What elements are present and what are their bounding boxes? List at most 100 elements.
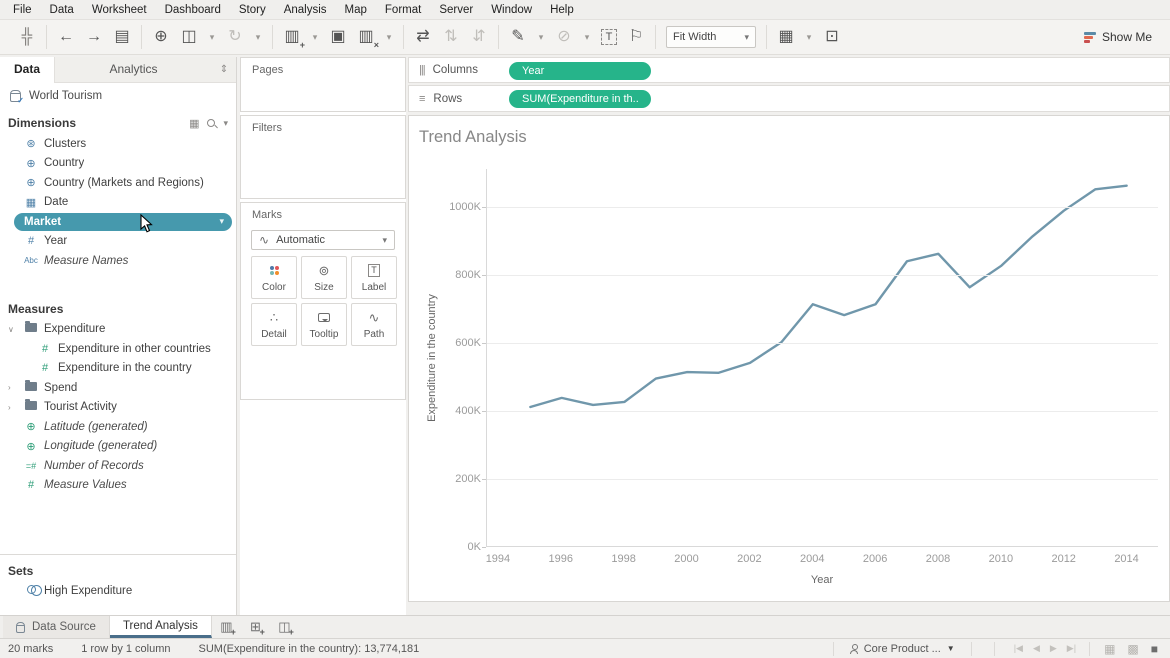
fix-axes-icon[interactable]: ⚐: [627, 26, 645, 48]
menu-item-format[interactable]: Format: [376, 0, 430, 20]
tab-trend-analysis[interactable]: Trend Analysis: [110, 616, 212, 638]
marks-button-path[interactable]: ∿Path: [351, 303, 397, 346]
pages-shelf[interactable]: Pages: [240, 57, 406, 112]
fit-mode-dropdown[interactable]: Fit Width▾: [666, 26, 756, 48]
menu-item-window[interactable]: Window: [482, 0, 541, 20]
sort-ascending-icon[interactable]: ⇅: [442, 26, 460, 48]
expand-icon[interactable]: ›: [8, 383, 18, 392]
swap-axes-icon[interactable]: ⇄: [414, 26, 432, 48]
marks-button-label[interactable]: TLabel: [351, 256, 397, 299]
pane-pin-icon[interactable]: ⇕: [212, 57, 236, 83]
menu-item-data[interactable]: Data: [41, 0, 83, 20]
new-story-button[interactable]: ◫+: [270, 616, 299, 638]
columns-shelf[interactable]: ||| Columns Year: [408, 57, 1170, 83]
marks-button-tooltip[interactable]: Tooltip: [301, 303, 347, 346]
field-expenditure-in-other-countries[interactable]: #Expenditure in other countries: [0, 339, 236, 359]
redo-icon[interactable]: →: [85, 26, 103, 48]
rows-shelf[interactable]: ≡ Rows SUM(Expenditure in th..: [408, 85, 1170, 112]
menu-item-server[interactable]: Server: [430, 0, 482, 20]
previous-page-icon[interactable]: ◀: [1028, 643, 1045, 654]
caret-icon[interactable]: ▾: [583, 26, 591, 48]
refresh-icon[interactable]: ↻: [226, 26, 244, 48]
field-label: Latitude (generated): [44, 421, 148, 433]
folder-icon: [18, 382, 44, 394]
presentation-mode-icon[interactable]: ⊡: [823, 26, 841, 48]
collapse-icon[interactable]: ∨: [8, 325, 18, 334]
field-measure-names[interactable]: AbcMeasure Names: [0, 251, 236, 271]
add-data-icon[interactable]: ⊕: [152, 26, 170, 48]
caret-icon[interactable]: ▾: [254, 26, 262, 48]
tab-data-source[interactable]: Data Source: [3, 616, 110, 638]
group-members-icon[interactable]: ⊘: [555, 26, 573, 48]
filters-shelf[interactable]: Filters: [240, 115, 406, 199]
menu-item-story[interactable]: Story: [230, 0, 275, 20]
menu-item-analysis[interactable]: Analysis: [275, 0, 336, 20]
menu-item-dashboard[interactable]: Dashboard: [156, 0, 230, 20]
marks-button-label: Tooltip: [310, 329, 339, 340]
status-bar: 20 marks 1 row by 1 column SUM(Expenditu…: [0, 638, 1170, 658]
field-country-markets-and-regions[interactable]: ⊕Country (Markets and Regions): [0, 173, 236, 193]
field-label: Measure Names: [44, 255, 128, 267]
field-high-expenditure[interactable]: High Expenditure: [0, 582, 236, 602]
find-field-icon[interactable]: [207, 119, 215, 127]
field-expenditure-in-the-country[interactable]: #Expenditure in the country: [0, 359, 236, 379]
field-number-of-records[interactable]: =#Number of Records: [0, 456, 236, 476]
show-mark-labels-icon[interactable]: T: [601, 29, 617, 45]
menu-item-help[interactable]: Help: [541, 0, 583, 20]
field-year[interactable]: #Year: [0, 232, 236, 252]
field-expenditure[interactable]: ∨Expenditure: [0, 320, 236, 340]
marks-button-color[interactable]: Color: [251, 256, 297, 299]
field-country[interactable]: ⊕Country: [0, 154, 236, 174]
undo-icon[interactable]: ←: [57, 26, 75, 48]
marks-button-detail[interactable]: ∴Detail: [251, 303, 297, 346]
highlight-icon[interactable]: ✎: [509, 26, 527, 48]
save-icon[interactable]: ▤: [113, 26, 131, 48]
tableau-logo-icon[interactable]: ╬: [18, 26, 36, 48]
sort-descending-icon[interactable]: ⇵: [470, 26, 488, 48]
caret-icon[interactable]: ▾: [537, 26, 545, 48]
field-longitude-generated[interactable]: ⊕Longitude (generated): [0, 437, 236, 457]
field-tourist-activity[interactable]: ›Tourist Activity: [0, 398, 236, 418]
expand-icon[interactable]: ›: [8, 403, 18, 412]
chart-plot-area[interactable]: [486, 169, 1158, 547]
datasource-item[interactable]: World Tourism: [0, 83, 236, 109]
pause-updates-icon[interactable]: ◫: [180, 26, 198, 48]
show-filmstrip-icon[interactable]: ▩: [1121, 642, 1144, 656]
field-clusters[interactable]: ⊛Clusters: [0, 134, 236, 154]
dimensions-menu-icon[interactable]: ▾: [223, 118, 228, 129]
next-page-icon[interactable]: ▶: [1045, 643, 1062, 654]
show-sheets-grid-icon[interactable]: ▦: [1098, 642, 1121, 656]
caret-icon[interactable]: ▾: [805, 26, 813, 48]
columns-pill-year[interactable]: Year: [509, 62, 651, 80]
chevron-down-icon: ▼: [947, 644, 955, 653]
duplicate-icon[interactable]: ▣: [329, 26, 347, 48]
chevron-down-icon[interactable]: ▾: [219, 216, 224, 227]
tab-analytics[interactable]: Analytics: [55, 57, 212, 83]
menu-item-worksheet[interactable]: Worksheet: [83, 0, 156, 20]
show-sheet-sorter-icon[interactable]: ■: [1145, 642, 1164, 656]
caret-icon[interactable]: ▾: [208, 26, 216, 48]
tab-data[interactable]: Data: [0, 57, 55, 83]
new-dashboard-button[interactable]: ⊞+: [241, 616, 270, 638]
last-page-icon[interactable]: ▶|: [1062, 643, 1081, 654]
rows-pill-sum-expenditure[interactable]: SUM(Expenditure in th..: [509, 90, 651, 108]
menu-item-map[interactable]: Map: [336, 0, 376, 20]
field-date[interactable]: ▦Date: [0, 193, 236, 213]
menu-item-file[interactable]: File: [4, 0, 41, 20]
caret-icon[interactable]: ▾: [311, 26, 319, 48]
first-page-icon[interactable]: |◀: [1009, 643, 1028, 654]
field-spend[interactable]: ›Spend: [0, 378, 236, 398]
show-cards-icon[interactable]: ▦: [777, 26, 795, 48]
new-worksheet-button[interactable]: ▥+: [212, 616, 241, 638]
show-me-button[interactable]: Show Me: [1084, 30, 1162, 44]
field-market[interactable]: AbcMarket▾: [0, 212, 236, 232]
new-worksheet-icon[interactable]: ▥+: [283, 26, 301, 48]
user-filter-dropdown[interactable]: Core Product ... ▼: [842, 643, 963, 655]
mark-type-dropdown[interactable]: ∿ Automatic ▾: [251, 230, 395, 250]
field-latitude-generated[interactable]: ⊕Latitude (generated): [0, 417, 236, 437]
marks-button-size[interactable]: ⊚Size: [301, 256, 347, 299]
caret-icon[interactable]: ▾: [385, 26, 393, 48]
field-measure-values[interactable]: #Measure Values: [0, 476, 236, 496]
clear-sheet-icon[interactable]: ▥×: [357, 26, 375, 48]
group-by-folder-icon[interactable]: ▦: [189, 117, 199, 130]
